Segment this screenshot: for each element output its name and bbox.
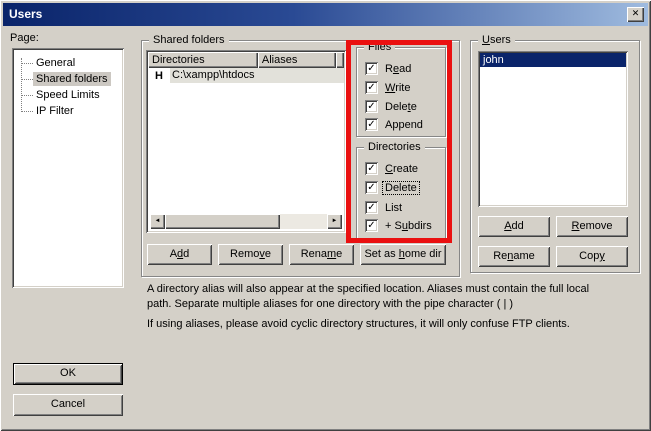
window-title: Users — [9, 7, 42, 21]
set-as-home-dir-button[interactable]: Set as home dir — [360, 244, 446, 265]
home-flag: H — [148, 70, 170, 82]
shared-folders-group-label: Shared folders — [149, 33, 229, 47]
cyclic-note: If using aliases, please avoid cyclic di… — [147, 318, 570, 330]
users-dialog: Users ✕ Page: General Shared folders Spe… — [0, 0, 651, 431]
cancel-button[interactable]: Cancel — [13, 394, 123, 416]
directory-row[interactable]: H C:\xampp\htdocs — [148, 68, 344, 83]
listview-header: Directories Aliases — [148, 52, 344, 68]
scrollbar-thumb[interactable] — [165, 214, 280, 229]
horizontal-scrollbar[interactable]: ◄ ► — [150, 214, 342, 229]
alias-note-line1: A directory alias will also appear at th… — [147, 283, 589, 295]
column-header-aliases[interactable]: Aliases — [258, 52, 336, 68]
ok-button[interactable]: OK — [13, 363, 123, 385]
sidebar-item-label: Shared folders — [33, 72, 111, 86]
tree-branch-icon — [21, 79, 33, 80]
close-icon[interactable]: ✕ — [627, 7, 644, 22]
directory-path: C:\xampp\htdocs — [170, 68, 344, 83]
directories-listview: Directories Aliases H C:\xampp\htdocs ◄ … — [146, 50, 346, 233]
page-label: Page: — [10, 32, 39, 44]
add-user-button[interactable]: Add — [478, 216, 550, 237]
red-highlight-annotation — [346, 40, 452, 243]
rename-directory-button[interactable]: Rename — [289, 244, 354, 265]
column-header-filler — [336, 52, 344, 68]
alias-note-line2: path. Separate multiple aliases for one … — [147, 298, 513, 310]
tree-branch-icon — [21, 63, 33, 64]
add-directory-button[interactable]: Add — [147, 244, 212, 265]
sidebar-item-label: Speed Limits — [33, 88, 103, 102]
sidebar-item-ip-filter[interactable]: IP Filter — [21, 103, 77, 119]
user-list-item[interactable]: john — [480, 53, 626, 67]
sidebar-item-general[interactable]: General — [21, 55, 78, 71]
tree-branch-icon — [21, 111, 33, 112]
rename-user-button[interactable]: Rename — [478, 246, 550, 267]
tree-branch-icon — [21, 95, 33, 96]
users-list: john — [478, 51, 628, 207]
column-header-directories[interactable]: Directories — [148, 52, 258, 68]
copy-user-button[interactable]: Copy — [556, 246, 628, 267]
sidebar-item-label: General — [33, 56, 78, 70]
remove-user-button[interactable]: Remove — [556, 216, 628, 237]
sidebar-item-label: IP Filter — [33, 104, 77, 118]
scroll-right-icon[interactable]: ► — [327, 214, 342, 229]
page-list: General Shared folders Speed Limits IP F… — [12, 48, 124, 288]
remove-directory-button[interactable]: Remove — [218, 244, 283, 265]
scroll-left-icon[interactable]: ◄ — [150, 214, 165, 229]
users-group-label: Users — [478, 33, 515, 47]
title-bar: Users ✕ — [3, 3, 648, 26]
sidebar-item-shared-folders[interactable]: Shared folders — [21, 71, 111, 87]
scrollbar-track[interactable] — [280, 214, 327, 229]
sidebar-item-speed-limits[interactable]: Speed Limits — [21, 87, 103, 103]
